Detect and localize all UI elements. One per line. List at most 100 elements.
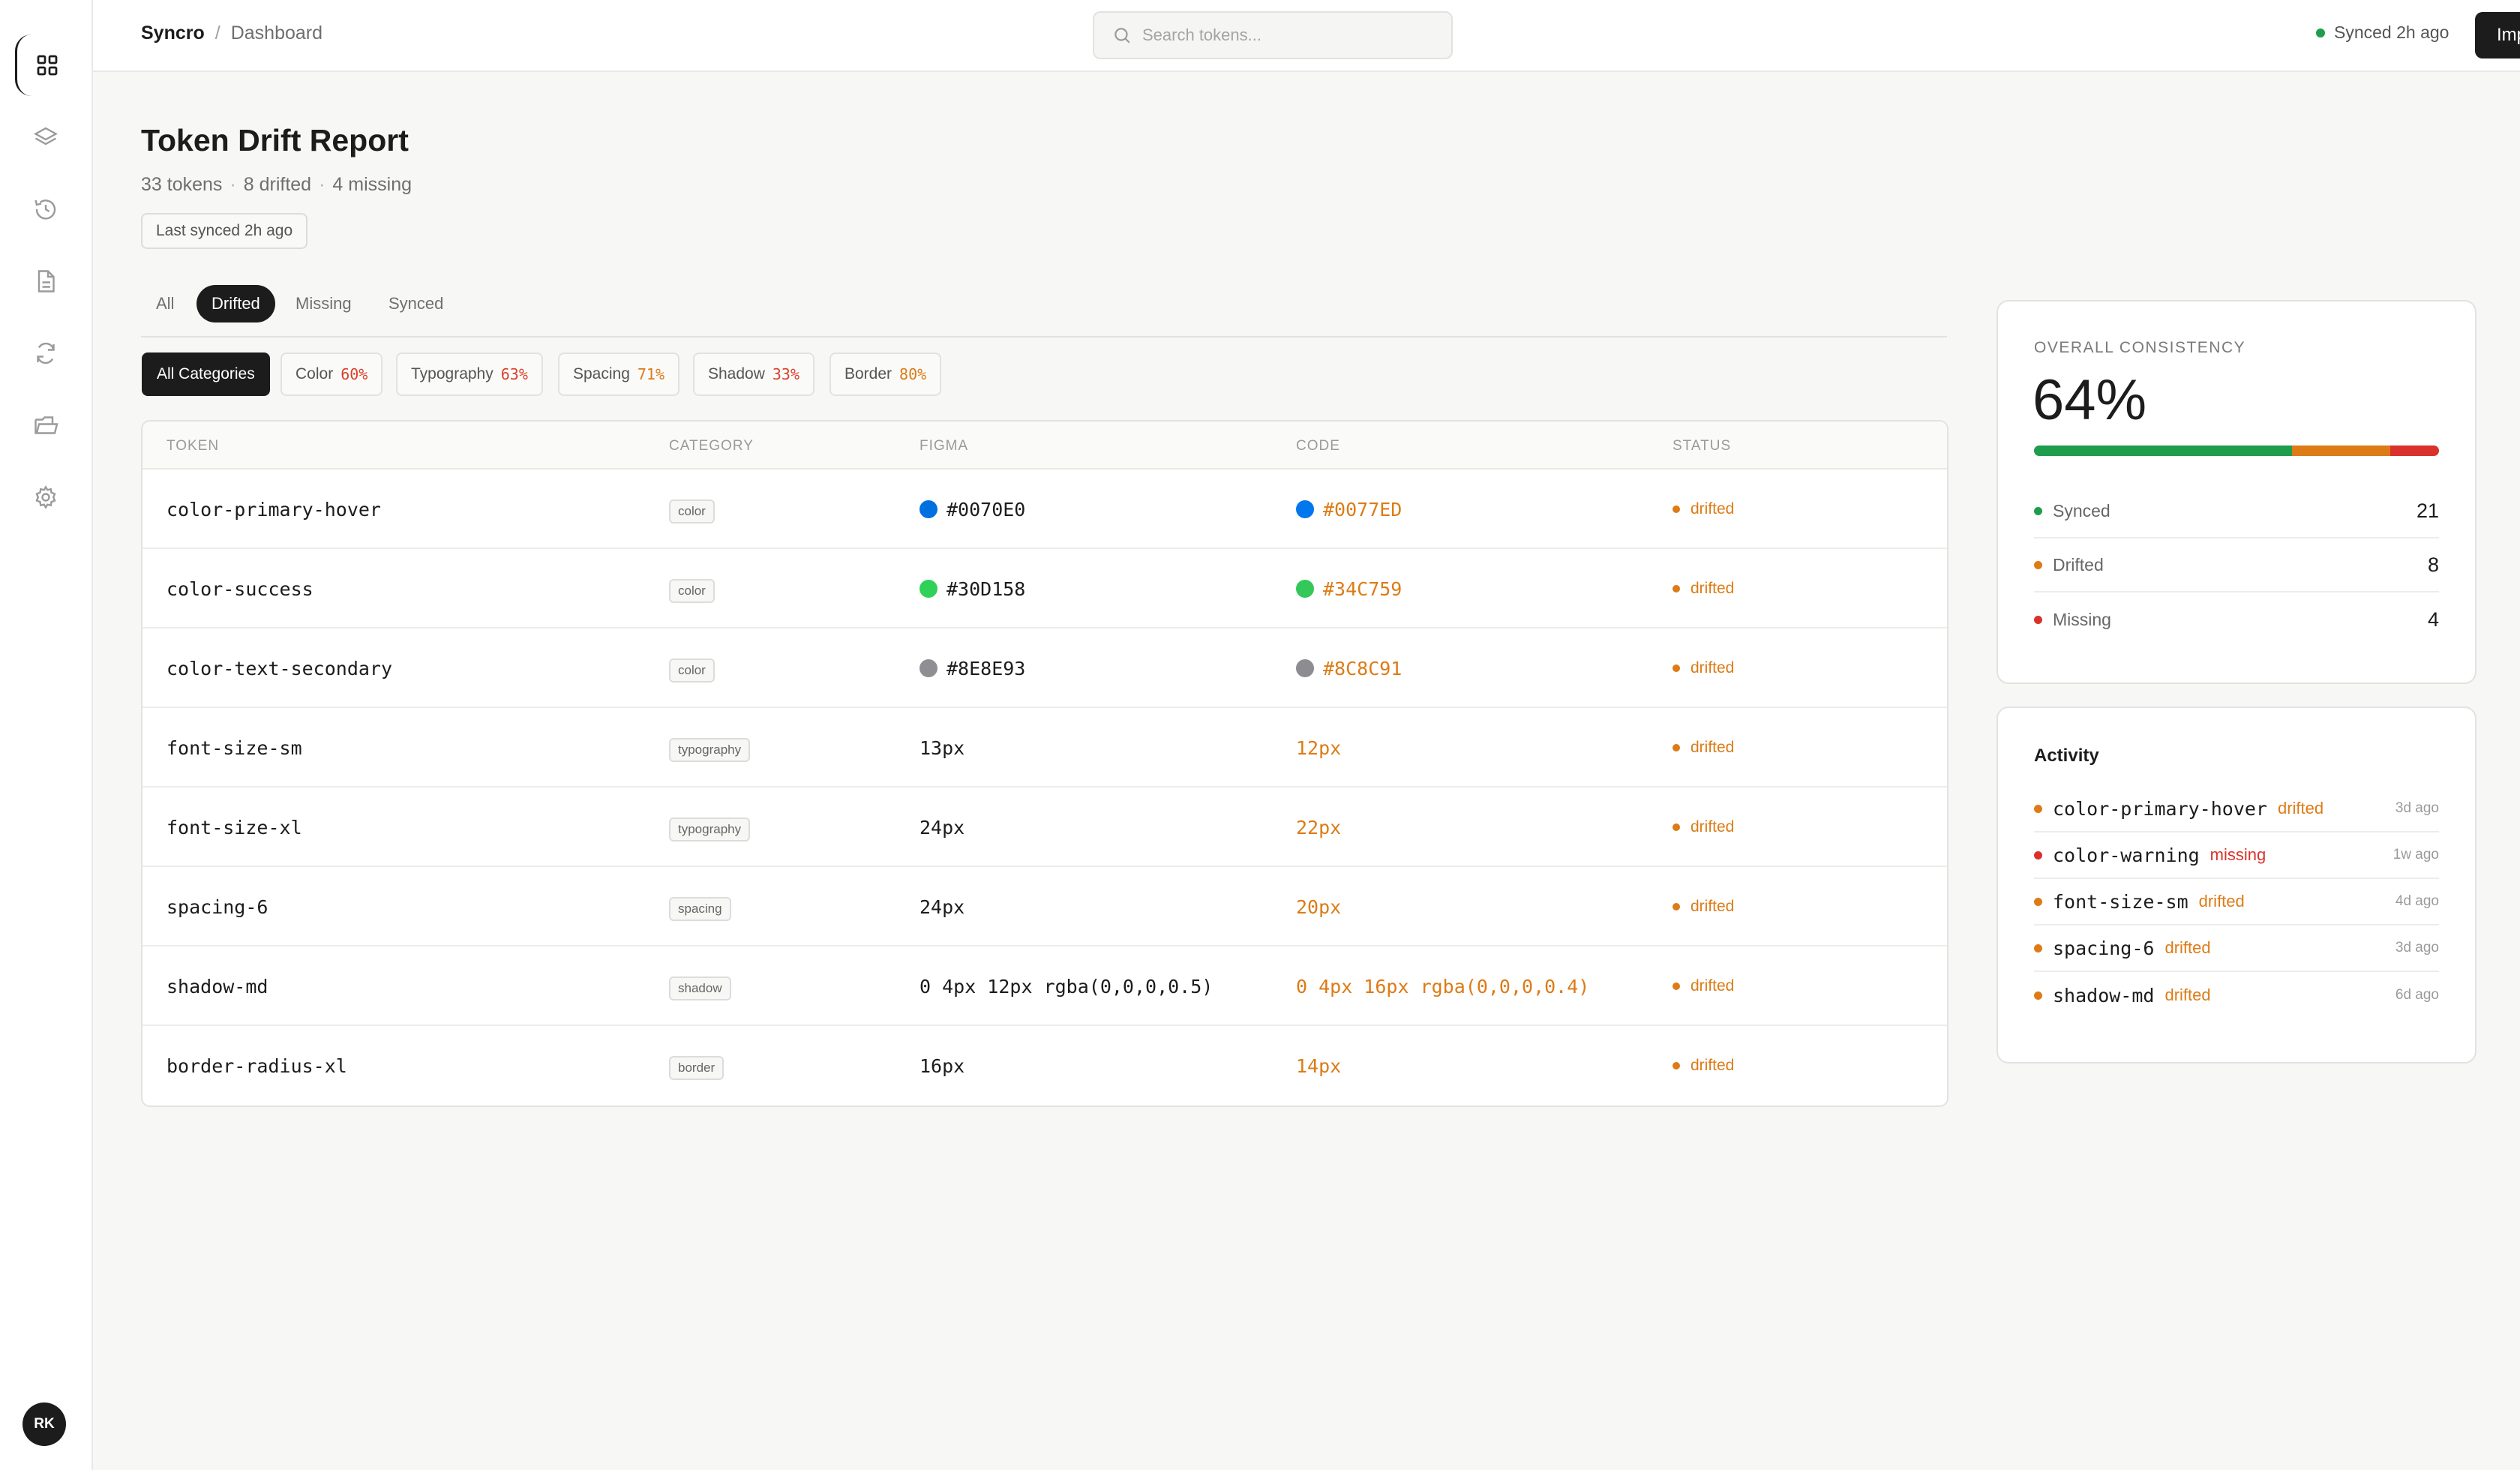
sync-icon[interactable] (15, 322, 76, 384)
status-badge: drifted (1672, 580, 1734, 598)
category-chip-pct: 80% (899, 365, 927, 383)
tab-drifted[interactable]: Drifted (196, 285, 275, 322)
folder-icon[interactable] (15, 394, 76, 456)
category-badge: typography (669, 738, 751, 762)
grid-icon[interactable] (15, 34, 76, 96)
column-header-figma[interactable]: FIGMA (920, 438, 968, 454)
column-header-category[interactable]: CATEGORY (669, 438, 754, 454)
column-header-status[interactable]: STATUS (1672, 438, 1731, 454)
activity-time: 3d ago (2395, 940, 2439, 956)
figma-value-text: #8E8E93 (946, 657, 1026, 680)
code-value-text: #0077ED (1323, 498, 1402, 520)
status-dot (1672, 744, 1680, 752)
avatar[interactable]: RK (22, 1402, 66, 1446)
status-dot (1672, 506, 1680, 513)
status-text: drifted (1690, 739, 1735, 756)
activity-time: 6d ago (2395, 987, 2439, 1003)
category-chip-color[interactable]: Color 60% (280, 352, 383, 396)
activity-state: drifted (2277, 799, 2324, 818)
color-swatch (920, 500, 938, 518)
legend-label: Missing (2053, 609, 2111, 629)
category-chip-pct: 63% (500, 365, 528, 383)
figma-value: #8E8E93 (920, 658, 1025, 680)
consistency-bar-segment (2390, 446, 2439, 456)
breadcrumb-page[interactable]: Dashboard (231, 22, 322, 44)
activity-dot (2034, 804, 2042, 813)
legend-label: Synced (2053, 500, 2110, 520)
category-chip-border[interactable]: Border 80% (830, 352, 942, 396)
category-badge: shadow (669, 976, 731, 1000)
activity-item[interactable]: shadow-md drifted 6d ago (2034, 972, 2439, 1018)
summary-drifted: 8 drifted (243, 174, 312, 195)
consistency-value: 64% (2032, 368, 2147, 432)
legend-row-drifted: Drifted 8 (2034, 538, 2439, 592)
status-text: drifted (1690, 818, 1735, 836)
status-text: drifted (1690, 659, 1735, 676)
category-chip-pct: 71% (637, 365, 665, 383)
breadcrumb-brand[interactable]: Syncro (141, 22, 205, 44)
code-value: #0077ED (1296, 499, 1402, 520)
color-swatch (1296, 500, 1314, 518)
column-header-token[interactable]: TOKEN (166, 438, 219, 454)
sync-status: Synced 2h ago (2316, 22, 2449, 43)
category-chip-label: All Categories (157, 365, 255, 382)
figma-value-text: #30D158 (946, 578, 1026, 600)
color-swatch (1296, 659, 1314, 677)
consistency-label: OVERALL CONSISTENCY (2034, 339, 2246, 356)
activity-item[interactable]: spacing-6 drifted 3d ago (2034, 926, 2439, 972)
status-badge: drifted (1672, 818, 1734, 836)
page-title: Token Drift Report (141, 123, 409, 158)
table-row[interactable]: font-size-xl typography 24px 22px drifte… (142, 788, 1947, 867)
table-row[interactable]: spacing-6 spacing 24px 20px drifted (142, 867, 1947, 946)
category-badge: typography (669, 818, 751, 842)
category-chip-shadow[interactable]: Shadow 33% (693, 352, 815, 396)
table-row[interactable]: font-size-sm typography 13px 12px drifte… (142, 708, 1947, 788)
activity-item[interactable]: color-primary-hover drifted 3d ago (2034, 786, 2439, 832)
category-badge: color (669, 500, 715, 524)
category-chip-spacing[interactable]: Spacing 71% (558, 352, 680, 396)
column-header-code[interactable]: CODE (1296, 438, 1340, 454)
search-input[interactable] (1142, 26, 1442, 45)
consistency-card: OVERALL CONSISTENCY 64% Synced 21 Drifte… (1996, 300, 2476, 684)
figma-value: 0 4px 12px rgba(0,0,0,0.5) (920, 975, 1214, 998)
breadcrumb-separator: / (214, 22, 220, 44)
search-box[interactable] (1093, 11, 1453, 59)
activity-item[interactable]: color-warning missing 1w ago (2034, 832, 2439, 879)
activity-time: 1w ago (2392, 847, 2439, 862)
table-row[interactable]: border-radius-xl border 16px 14px drifte… (142, 1026, 1947, 1106)
activity-dot (2034, 944, 2042, 952)
import-button[interactable]: Import (2475, 12, 2520, 58)
activity-state: missing (2210, 845, 2266, 864)
category-chip-label: Spacing (573, 365, 630, 382)
document-icon[interactable] (15, 250, 76, 312)
status-dot (1672, 1062, 1680, 1070)
token-name: color-primary-hover (166, 498, 381, 520)
table-row[interactable]: shadow-md shadow 0 4px 12px rgba(0,0,0,0… (142, 946, 1947, 1026)
table-row[interactable]: color-primary-hover color #0070E0 #0077E… (142, 470, 1947, 549)
code-value: 0 4px 16px rgba(0,0,0,0.4) (1296, 975, 1590, 998)
status-badge: drifted (1672, 739, 1734, 757)
activity-item[interactable]: font-size-sm drifted 4d ago (2034, 879, 2439, 926)
settings-icon[interactable] (15, 466, 76, 528)
category-badge: spacing (669, 897, 731, 921)
status-text: drifted (1690, 977, 1735, 994)
token-name: spacing-6 (166, 896, 268, 918)
figma-value: 16px (920, 1054, 965, 1077)
table-row[interactable]: color-success color #30D158 #34C759 drif… (142, 549, 1947, 628)
legend-row-missing: Missing 4 (2034, 592, 2439, 646)
status-dot (1672, 585, 1680, 592)
category-chip-label: Color (296, 365, 334, 382)
layers-icon[interactable] (15, 106, 76, 168)
category-chip-all[interactable]: All Categories (142, 352, 270, 396)
category-chip-typography[interactable]: Typography 63% (396, 352, 543, 396)
tab-all[interactable]: All (141, 285, 189, 322)
table-row[interactable]: color-text-secondary color #8E8E93 #8C8C… (142, 628, 1947, 708)
token-table: TOKEN CATEGORY FIGMA CODE STATUS color-p… (141, 420, 1948, 1107)
figma-value: #30D158 (920, 578, 1025, 600)
history-icon[interactable] (15, 178, 76, 240)
token-name: shadow-md (166, 975, 268, 998)
category-badge: color (669, 658, 715, 682)
tab-missing[interactable]: Missing (280, 285, 367, 322)
status-dot (1672, 824, 1680, 831)
tab-synced[interactable]: Synced (374, 285, 458, 322)
